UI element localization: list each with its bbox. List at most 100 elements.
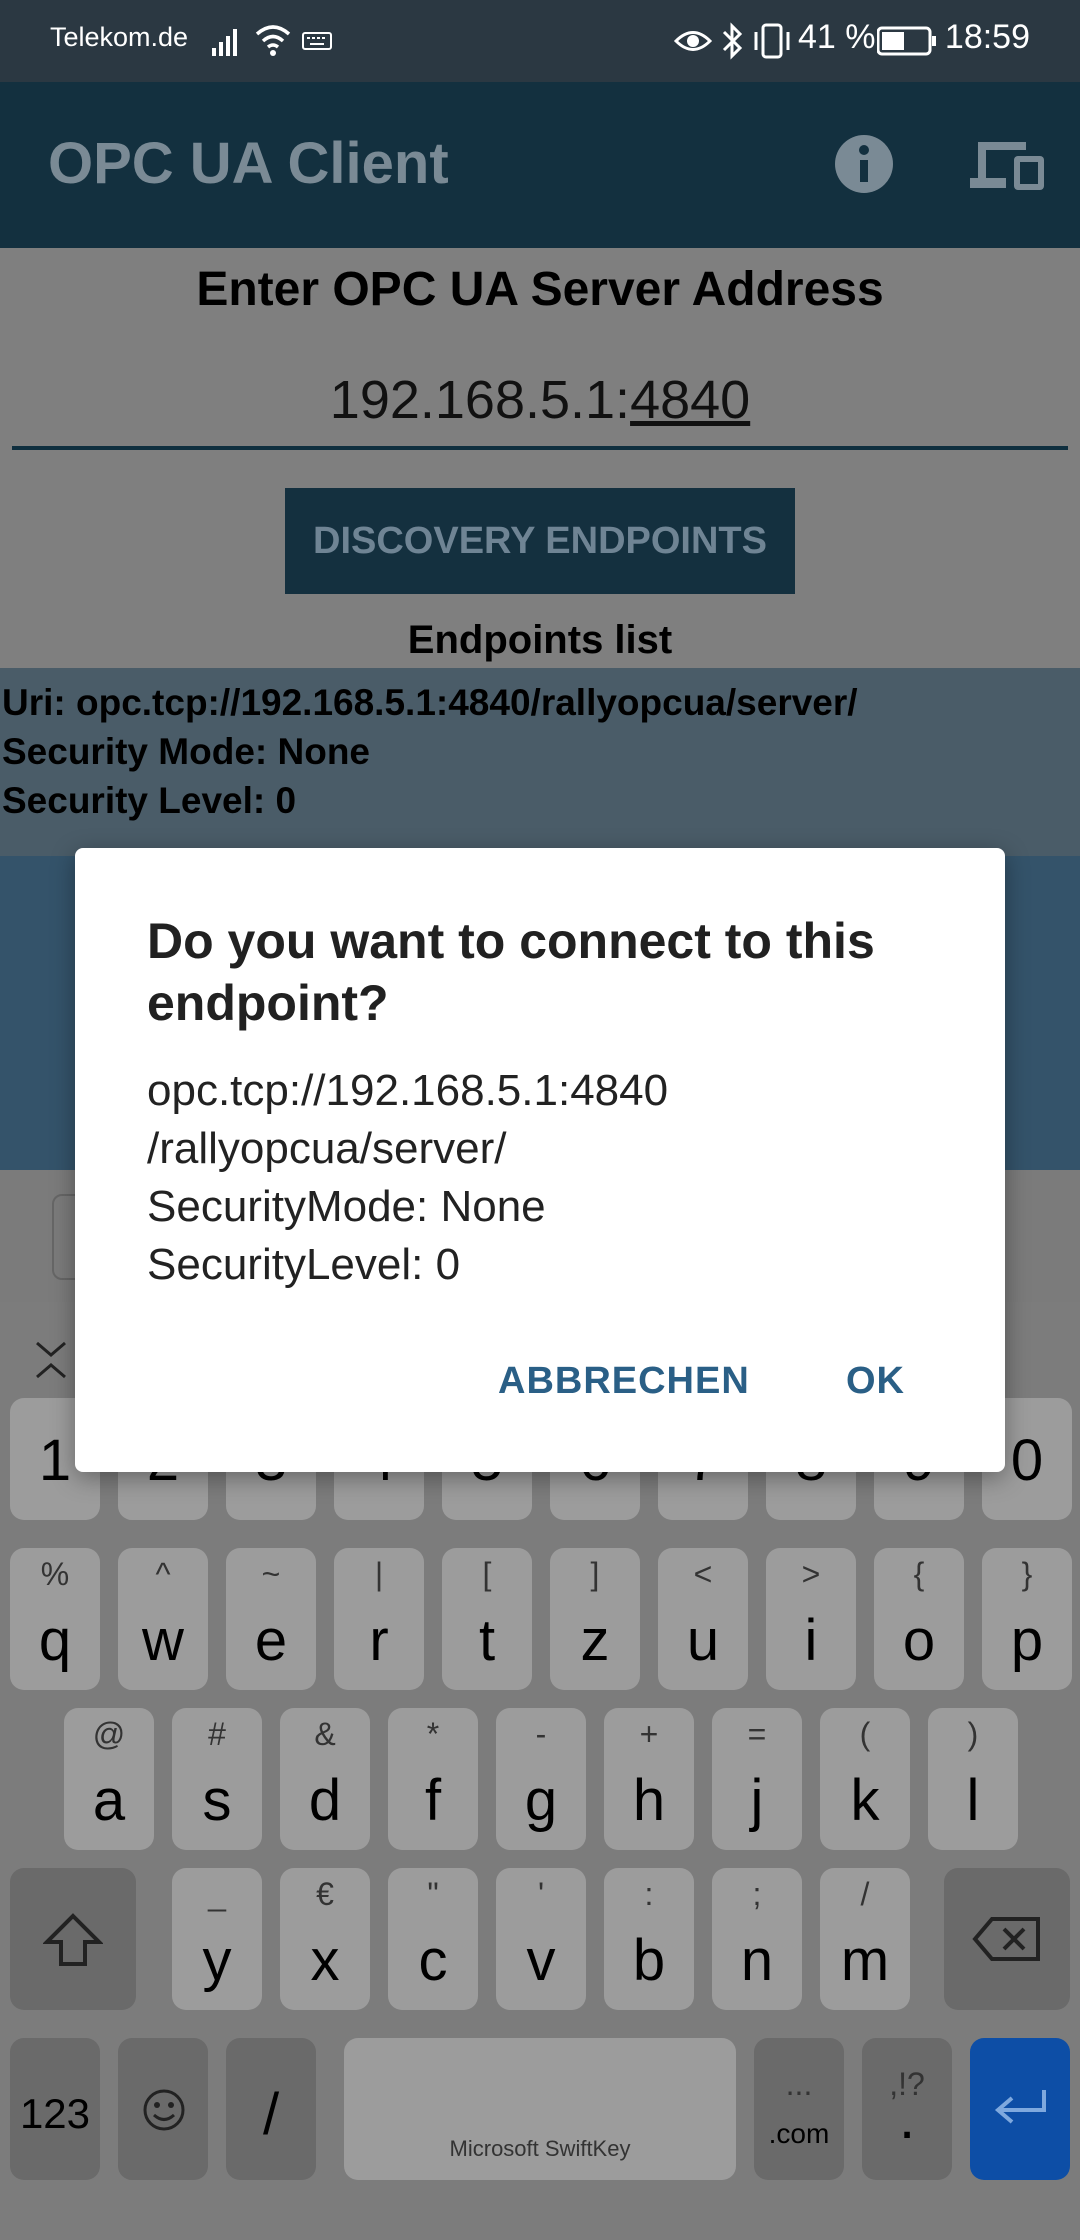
key-a[interactable]: @ a xyxy=(64,1708,154,1850)
key-secondary-label: < xyxy=(693,1556,713,1592)
key-label: u xyxy=(686,1608,720,1673)
devices-icon[interactable] xyxy=(970,138,1046,192)
key-label: x xyxy=(310,1928,340,1993)
key-label: 123 xyxy=(19,2090,91,2137)
key-label: t xyxy=(478,1608,496,1673)
space-key[interactable]: Microsoft SwiftKey xyxy=(344,2038,736,2180)
emoji-icon xyxy=(143,2089,185,2131)
shift-icon xyxy=(43,1913,103,1966)
key-secondary-label: ] xyxy=(590,1556,600,1592)
key-label: q xyxy=(38,1608,72,1673)
server-address-input[interactable]: 192.168.5.1:4840 xyxy=(12,360,1068,450)
key-p[interactable]: } p xyxy=(982,1548,1072,1690)
app-title: OPC UA Client xyxy=(48,131,449,196)
key-secondary-label: _ xyxy=(208,1876,226,1912)
key-w[interactable]: ^ w xyxy=(118,1548,208,1690)
endpoint-uri: Uri: opc.tcp://192.168.5.1:4840/rallyopc… xyxy=(2,682,858,723)
slash-key[interactable]: / xyxy=(226,2038,316,2180)
key-d[interactable]: & d xyxy=(280,1708,370,1850)
endpoint-security-level: Security Level: 0 xyxy=(2,780,297,821)
collapse-keyboard-icon[interactable] xyxy=(34,1340,68,1382)
dialog-security-level: SecurityLevel: 0 xyxy=(147,1240,461,1289)
shift-key[interactable] xyxy=(10,1868,136,2010)
key-label: e xyxy=(254,1608,288,1673)
key-x[interactable]: € x xyxy=(280,1868,370,2010)
key-label: g xyxy=(524,1768,558,1833)
key-label: i xyxy=(804,1608,818,1673)
dialog-title: Do you want to connect to this endpoint? xyxy=(147,913,875,1031)
dotcom-key[interactable]: ... .com xyxy=(754,2038,844,2180)
key-u[interactable]: < u xyxy=(658,1548,748,1690)
key-l[interactable]: ) l xyxy=(928,1708,1018,1850)
key-secondary-label: € xyxy=(316,1876,334,1912)
connect-dialog: Do you want to connect to this endpoint?… xyxy=(75,848,1005,1472)
key-j[interactable]: = j xyxy=(712,1708,802,1850)
key-o[interactable]: {o xyxy=(874,1548,964,1690)
key-secondary-label: & xyxy=(314,1716,336,1752)
key-label: .com xyxy=(768,2118,830,2149)
key-label: h xyxy=(632,1768,666,1833)
key-label: d xyxy=(308,1768,342,1833)
key-g[interactable]: -g xyxy=(496,1708,586,1850)
discovery-endpoints-button[interactable]: DISCOVERY ENDPOINTS xyxy=(285,488,795,594)
cancel-button[interactable]: ABBRECHEN xyxy=(498,1360,750,1403)
key-label: w xyxy=(142,1608,184,1673)
emoji-key[interactable] xyxy=(118,2038,208,2180)
key-label: p xyxy=(1010,1608,1044,1673)
key-n[interactable]: ; n xyxy=(712,1868,802,2010)
bluetooth-icon xyxy=(722,22,743,60)
enter-key[interactable] xyxy=(970,2038,1070,2180)
key-v[interactable]: ' v xyxy=(496,1868,586,2010)
vibrate-icon xyxy=(754,23,790,59)
key-secondary-label: % xyxy=(40,1556,70,1592)
key-label: r xyxy=(369,1608,389,1673)
key-t[interactable]: [t xyxy=(442,1548,532,1690)
key-secondary-label: } xyxy=(1021,1556,1033,1592)
key-label: k xyxy=(850,1768,880,1833)
key-b[interactable]: :b xyxy=(604,1868,694,2010)
dialog-endpoint-url: opc.tcp://192.168.5.1:4840 xyxy=(147,1066,669,1115)
key-label: l xyxy=(966,1768,980,1833)
key-secondary-label: : xyxy=(644,1876,654,1912)
key-z[interactable]: ] z xyxy=(550,1548,640,1690)
dialog-message: opc.tcp://192.168.5.1:4840 /rallyopcua/s… xyxy=(147,1062,967,1294)
key-s[interactable]: # s xyxy=(172,1708,262,1850)
key-r[interactable]: | r xyxy=(334,1548,424,1690)
key-label: y xyxy=(202,1928,232,1993)
clock: 18:59 xyxy=(944,18,1030,56)
info-icon[interactable] xyxy=(834,134,894,194)
signal-icon xyxy=(212,29,237,56)
endpoint-list-item[interactable]: Uri: opc.tcp://192.168.5.1:4840/rallyopc… xyxy=(0,668,1080,856)
key-e[interactable]: ~ e xyxy=(226,1548,316,1690)
key-secondary-label: ~ xyxy=(261,1556,281,1592)
address-heading: Enter OPC UA Server Address xyxy=(196,263,884,316)
key-label: f xyxy=(424,1768,442,1833)
numbers-toggle-key[interactable]: 123 xyxy=(10,2038,100,2180)
enter-icon xyxy=(994,2090,1046,2124)
key-k[interactable]: (k xyxy=(820,1708,910,1850)
status-bar: Telekom.de 41 % 18:59 xyxy=(0,0,1080,82)
backspace-key[interactable] xyxy=(944,1868,1070,2010)
key-label: s xyxy=(202,1768,232,1833)
key-c[interactable]: " c xyxy=(388,1868,478,2010)
key-secondary-label: " xyxy=(427,1876,439,1912)
period-key[interactable]: ,!?. xyxy=(862,2038,952,2180)
key-q[interactable]: % q xyxy=(10,1548,100,1690)
key-secondary-label: [ xyxy=(482,1556,492,1592)
endpoints-list-title: Endpoints list xyxy=(407,618,673,662)
ok-button[interactable]: OK xyxy=(846,1360,905,1403)
key-m[interactable]: / m xyxy=(820,1868,910,2010)
key-y[interactable]: _ y xyxy=(172,1868,262,2010)
key-label: c xyxy=(418,1928,448,1993)
key-label: . xyxy=(898,2086,916,2151)
key-label: b xyxy=(632,1928,666,1993)
app-bar: OPC UA Client xyxy=(0,82,1080,248)
key-secondary-label: # xyxy=(208,1716,226,1752)
key-secondary-label: ) xyxy=(967,1716,979,1752)
key-f[interactable]: * f xyxy=(388,1708,478,1850)
battery-percent: 41 % xyxy=(798,18,876,56)
key-label: a xyxy=(92,1768,126,1833)
key-h[interactable]: + h xyxy=(604,1708,694,1850)
key-i[interactable]: > i xyxy=(766,1548,856,1690)
dialog-security-mode: SecurityMode: None xyxy=(147,1182,546,1231)
